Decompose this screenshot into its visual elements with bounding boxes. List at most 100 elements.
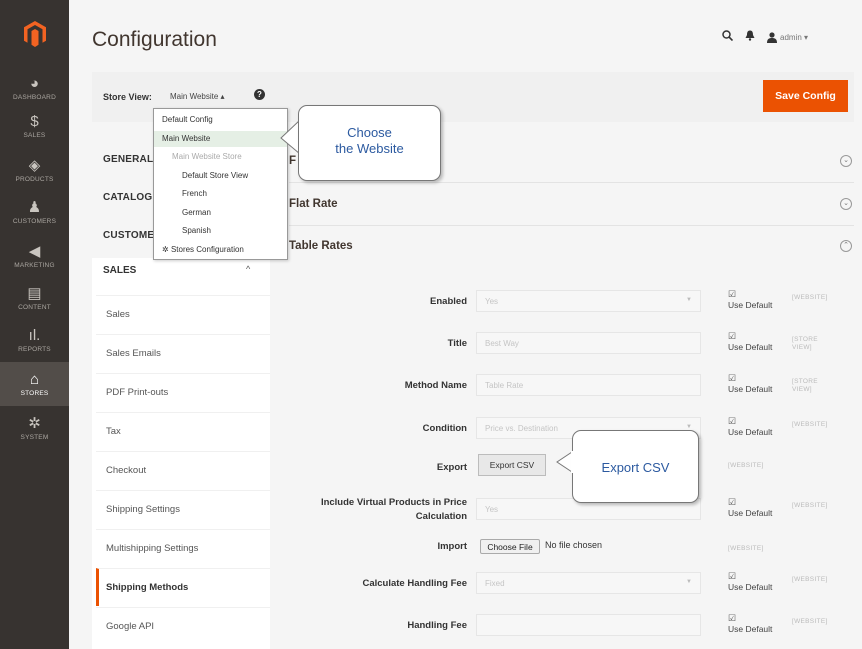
condition-label: Condition xyxy=(422,423,467,434)
store-option[interactable]: German xyxy=(154,205,287,221)
store-option-label: Main Website xyxy=(162,133,211,143)
store-option[interactable]: Default Config xyxy=(154,112,287,128)
nav-item-label: REPORTS xyxy=(18,345,51,353)
use-default-checkbox[interactable]: ☑ Use Default xyxy=(728,417,788,438)
row-enabled: Enabled Yes ▼ ☑ Use Default [WEBSITE] xyxy=(280,286,854,326)
dollar-icon: $ xyxy=(30,112,39,130)
checkbox-icon: ☑ xyxy=(728,613,737,623)
dropdown-arrow-icon: ▼ xyxy=(686,297,692,303)
checkbox-icon: ☑ xyxy=(728,497,737,507)
store-icon: ⌂ xyxy=(29,370,40,388)
row-method-name: Method Name Table Rate ☑ Use Default [STO… xyxy=(280,370,854,410)
store-option: Main Website Store xyxy=(154,149,287,165)
sales-item-checkout[interactable]: Checkout xyxy=(96,451,270,489)
tab-catalog[interactable]: CATALOG xyxy=(103,192,152,203)
sales-item-pdf-print-outs[interactable]: PDF Print-outs xyxy=(96,373,270,411)
save-config-button[interactable]: Save Config xyxy=(763,80,848,112)
store-view-dropdown: Default Config Main Website Main Website S… xyxy=(153,108,288,260)
nav-item-label: MARKETING xyxy=(14,261,55,269)
callout-text-line-2: the Website xyxy=(335,141,404,156)
scope-label: [WEBSITE] xyxy=(792,421,828,428)
scope-label: [WEBSITE] xyxy=(728,545,764,552)
store-option[interactable]: Main Website xyxy=(154,130,287,147)
bell-icon[interactable] xyxy=(745,30,755,44)
use-default-checkbox[interactable]: ☑ Use Default xyxy=(728,571,788,593)
help-icon[interactable]: ? xyxy=(254,89,265,100)
store-option-label: Main Website Store xyxy=(172,152,242,161)
store-option[interactable]: Spanish xyxy=(154,223,287,239)
nav-item-customers[interactable]: ♟ CUSTOMERS xyxy=(0,190,69,234)
section-table-rates[interactable]: Table Rates ⌃ xyxy=(289,228,854,268)
method-name-input[interactable]: Table Rate xyxy=(476,374,701,396)
section-flat-rate[interactable]: Flat Rate ⌄ xyxy=(289,186,854,226)
sales-item-tax[interactable]: Tax xyxy=(96,412,270,450)
callout-export-csv: Export CSV xyxy=(572,430,699,503)
header-actions: admin ▾ xyxy=(722,30,808,44)
expand-icon[interactable]: ⌄ xyxy=(840,198,852,210)
store-option-label: Stores Configuration xyxy=(170,244,244,254)
scope-label: [STORE VIEW] xyxy=(792,336,818,351)
import-label: Import xyxy=(437,541,467,552)
choose-file-button[interactable]: Choose File xyxy=(480,539,540,554)
sales-item-sales[interactable]: Sales xyxy=(96,295,270,333)
nav-item-content[interactable]: ▤ CONTENT xyxy=(0,276,69,320)
use-default-checkbox[interactable]: ☑ Use Default xyxy=(728,290,788,311)
store-view-switcher[interactable]: Main Website ▴ xyxy=(170,92,225,101)
callout-pointer-fill xyxy=(571,451,576,473)
sales-item-sales-emails[interactable]: Sales Emails xyxy=(96,334,270,372)
collapse-icon[interactable]: ⌃ xyxy=(840,240,852,252)
expand-icon[interactable]: ⌄ xyxy=(840,155,852,167)
title-input[interactable]: Best Way xyxy=(476,332,701,354)
store-option-label: Default Store View xyxy=(182,170,249,180)
nav-item-reports[interactable]: ıl. REPORTS xyxy=(0,318,69,362)
section-title: Flat Rate xyxy=(289,198,338,210)
enabled-select[interactable]: Yes ▼ xyxy=(476,290,701,312)
nav-item-system[interactable]: ✲ SYSTEM xyxy=(0,406,69,450)
checkbox-icon: ☑ xyxy=(728,571,737,581)
handling-fee-label: Handling Fee xyxy=(407,620,467,631)
search-icon[interactable] xyxy=(722,30,734,44)
include-virtual-label: Include Virtual Products in Price Calcula… xyxy=(320,497,467,522)
store-option[interactable]: Default Store View xyxy=(154,168,287,184)
nav-item-sales[interactable]: $ SALES xyxy=(0,104,69,148)
row-title: Title Best Way ☑ Use Default [STORE VIEW] xyxy=(280,328,854,368)
sales-item-shipping-settings[interactable]: Shipping Settings xyxy=(96,490,270,528)
calc-handling-fee-select[interactable]: Fixed ▼ xyxy=(476,572,701,594)
store-option-label: Default Config xyxy=(162,115,213,124)
use-default-checkbox[interactable]: ☑ Use Default xyxy=(728,332,788,353)
sales-item-google-api[interactable]: Google API xyxy=(96,607,270,645)
use-default-checkbox[interactable]: ☑ Use Default xyxy=(728,497,788,519)
store-option[interactable]: ✲ Stores Configuration xyxy=(154,242,287,258)
nav-item-label: SALES xyxy=(23,131,46,139)
nav-item-label: PRODUCTS xyxy=(15,175,54,183)
user-menu[interactable]: admin ▾ xyxy=(767,31,809,43)
sales-item-shipping-methods[interactable]: Shipping Methods xyxy=(96,568,270,606)
callout-pointer-fill xyxy=(299,124,302,152)
tab-sales[interactable]: SALES xyxy=(103,265,136,276)
nav-item-stores[interactable]: ⌂ STORES xyxy=(0,362,69,406)
use-default-checkbox[interactable]: ☑ Use Default xyxy=(728,613,788,635)
nav-item-marketing[interactable]: ◀ MARKETING xyxy=(0,234,69,278)
content-icon: ▤ xyxy=(27,284,42,302)
chevron-up-icon[interactable]: ^ xyxy=(246,264,250,274)
handling-fee-input[interactable] xyxy=(476,614,701,636)
user-name: admin ▾ xyxy=(780,32,809,42)
person-icon: ♟ xyxy=(27,198,42,216)
use-default-label: Use Default xyxy=(728,582,773,592)
magento-logo-icon[interactable] xyxy=(0,14,69,54)
row-include-virtual: Include Virtual Products in Price Calcula… xyxy=(280,494,854,534)
store-option-label: German xyxy=(182,207,211,217)
nav-item-label: STORES xyxy=(20,389,49,397)
title-value: Best Way xyxy=(485,339,519,348)
tab-general[interactable]: GENERAL xyxy=(103,154,153,165)
store-option[interactable]: French xyxy=(154,186,287,202)
export-csv-button[interactable]: Export CSV xyxy=(478,454,546,476)
use-default-checkbox[interactable]: ☑ Use Default xyxy=(728,373,788,395)
scope-label: [WEBSITE] xyxy=(792,294,828,301)
sales-item-multishipping-settings[interactable]: Multishipping Settings xyxy=(96,529,270,567)
row-handling-fee: Handling Fee ☑ Use Default [WEBSITE] xyxy=(280,610,854,649)
method-name-label: Method Name xyxy=(404,380,467,391)
checkbox-icon: ☑ xyxy=(728,373,737,383)
use-default-label: Use Default xyxy=(728,300,773,310)
nav-item-products[interactable]: ◈ PRODUCTS xyxy=(0,148,69,192)
